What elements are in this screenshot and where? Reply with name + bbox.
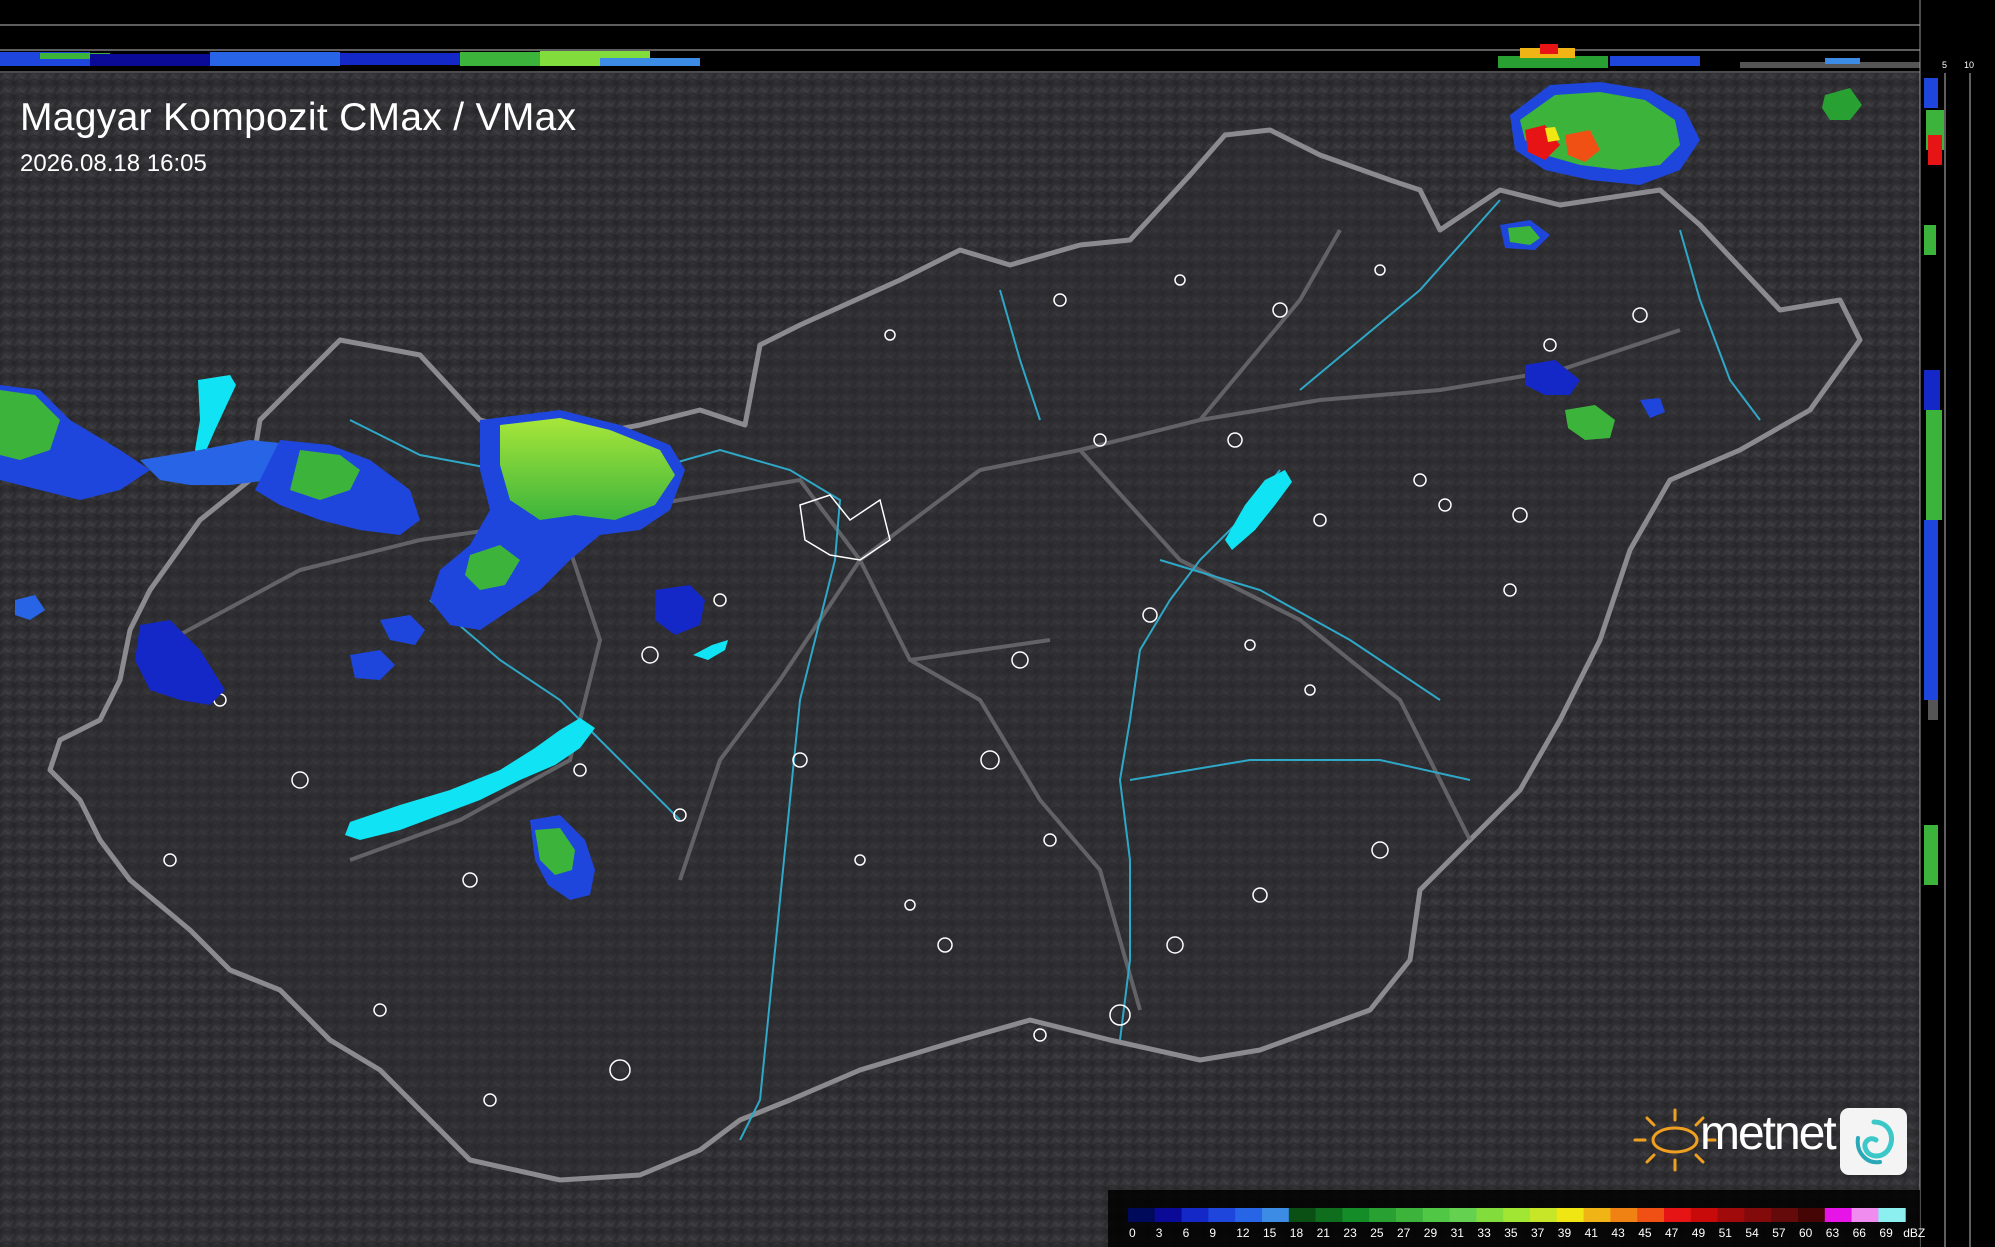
color-swatch <box>1396 1208 1424 1222</box>
scale-value-label: 3 <box>1156 1226 1163 1240</box>
color-swatch <box>1744 1208 1772 1222</box>
scale-value-label: 9 <box>1209 1226 1216 1240</box>
color-swatch <box>1503 1208 1531 1222</box>
scale-value-label: 54 <box>1745 1226 1759 1240</box>
scale-value-label: 57 <box>1772 1226 1786 1240</box>
scale-value-label: 66 <box>1853 1226 1867 1240</box>
map-timestamp: 2026.08.18 16:05 <box>20 150 207 177</box>
metnet-swirl-icon <box>1840 1108 1907 1175</box>
scale-value-label: 31 <box>1451 1226 1465 1240</box>
scale-value-label: 69 <box>1879 1226 1893 1240</box>
color-swatch <box>1851 1208 1879 1222</box>
color-swatch <box>1154 1208 1183 1222</box>
scale-unit-label: dBZ <box>1903 1226 1925 1240</box>
color-swatch <box>1878 1208 1906 1222</box>
color-swatch <box>1449 1208 1477 1222</box>
color-swatch <box>1235 1208 1263 1222</box>
scale-value-label: 47 <box>1665 1226 1679 1240</box>
color-swatch <box>1342 1208 1370 1222</box>
color-swatch <box>1208 1208 1236 1222</box>
scale-value-label: 49 <box>1692 1226 1706 1240</box>
color-scale <box>1128 1208 1906 1222</box>
scale-value-label: 12 <box>1236 1226 1250 1240</box>
scale-value-label: 25 <box>1370 1226 1384 1240</box>
color-swatch <box>1637 1208 1665 1222</box>
color-swatch <box>1664 1208 1692 1222</box>
scale-value-label: 29 <box>1424 1226 1438 1240</box>
side-tick-5: 5 <box>1942 60 1947 70</box>
color-swatch <box>1530 1208 1558 1222</box>
scale-value-label: 0 <box>1129 1226 1136 1240</box>
scale-value-label: 39 <box>1558 1226 1572 1240</box>
scale-value-label: 6 <box>1183 1226 1190 1240</box>
scale-value-label: 63 <box>1826 1226 1840 1240</box>
color-swatch <box>1422 1208 1451 1222</box>
scale-value-label: 35 <box>1504 1226 1518 1240</box>
side-tick-10: 10 <box>1964 60 1974 70</box>
color-swatch <box>1556 1208 1585 1222</box>
color-swatch <box>1262 1208 1290 1222</box>
scale-value-label: 41 <box>1585 1226 1599 1240</box>
color-swatch <box>1181 1208 1209 1222</box>
color-swatch <box>1771 1208 1799 1222</box>
scale-value-label: 60 <box>1799 1226 1813 1240</box>
scale-value-label: 43 <box>1611 1226 1625 1240</box>
scale-value-label: 21 <box>1317 1226 1331 1240</box>
scale-value-label: 23 <box>1343 1226 1357 1240</box>
color-swatch <box>1690 1208 1719 1222</box>
scale-value-label: 27 <box>1397 1226 1411 1240</box>
radar-map: 10 5 5 10 <box>0 0 1995 1247</box>
brand-name: metnet <box>1700 1107 1837 1160</box>
color-swatch <box>1369 1208 1397 1222</box>
scale-value-label: 18 <box>1290 1226 1304 1240</box>
color-swatch <box>1824 1208 1853 1222</box>
color-swatch <box>1288 1208 1317 1222</box>
color-swatch <box>1610 1208 1638 1222</box>
color-swatch <box>1128 1208 1156 1222</box>
color-swatch <box>1476 1208 1504 1222</box>
scale-value-label: 45 <box>1638 1226 1652 1240</box>
color-swatch <box>1315 1208 1343 1222</box>
scale-value-label: 33 <box>1477 1226 1491 1240</box>
color-swatch <box>1798 1208 1826 1222</box>
scale-value-label: 15 <box>1263 1226 1277 1240</box>
map-title: Magyar Kompozit CMax / VMax <box>20 96 577 139</box>
color-swatch <box>1583 1208 1611 1222</box>
scale-value-label: 51 <box>1719 1226 1733 1240</box>
color-swatch <box>1717 1208 1745 1222</box>
scale-value-label: 37 <box>1531 1226 1545 1240</box>
